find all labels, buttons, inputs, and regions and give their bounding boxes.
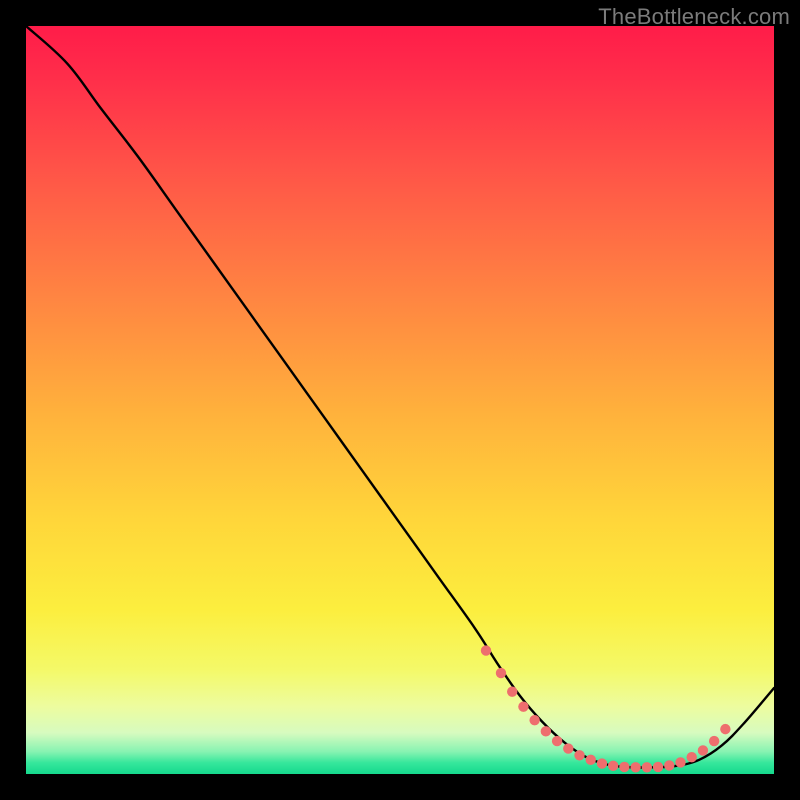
marker-dot: [698, 745, 708, 755]
curve-layer: [26, 26, 774, 774]
marker-dot: [687, 752, 697, 762]
marker-dot: [496, 668, 506, 678]
curve-markers: [481, 645, 731, 772]
marker-dot: [664, 760, 674, 770]
marker-dot: [608, 761, 618, 771]
marker-dot: [619, 762, 629, 772]
marker-dot: [675, 757, 685, 767]
marker-dot: [630, 762, 640, 772]
marker-dot: [507, 687, 517, 697]
marker-dot: [586, 755, 596, 765]
plot-area: [26, 26, 774, 774]
watermark-text: TheBottleneck.com: [598, 4, 790, 30]
marker-dot: [709, 736, 719, 746]
marker-dot: [518, 701, 528, 711]
marker-dot: [541, 726, 551, 736]
marker-dot: [653, 762, 663, 772]
marker-dot: [642, 762, 652, 772]
marker-dot: [552, 736, 562, 746]
marker-dot: [481, 645, 491, 655]
bottleneck-curve: [26, 26, 774, 768]
chart-frame: TheBottleneck.com: [0, 0, 800, 800]
marker-dot: [574, 750, 584, 760]
marker-dot: [597, 758, 607, 768]
marker-dot: [720, 724, 730, 734]
marker-dot: [529, 715, 539, 725]
marker-dot: [563, 743, 573, 753]
